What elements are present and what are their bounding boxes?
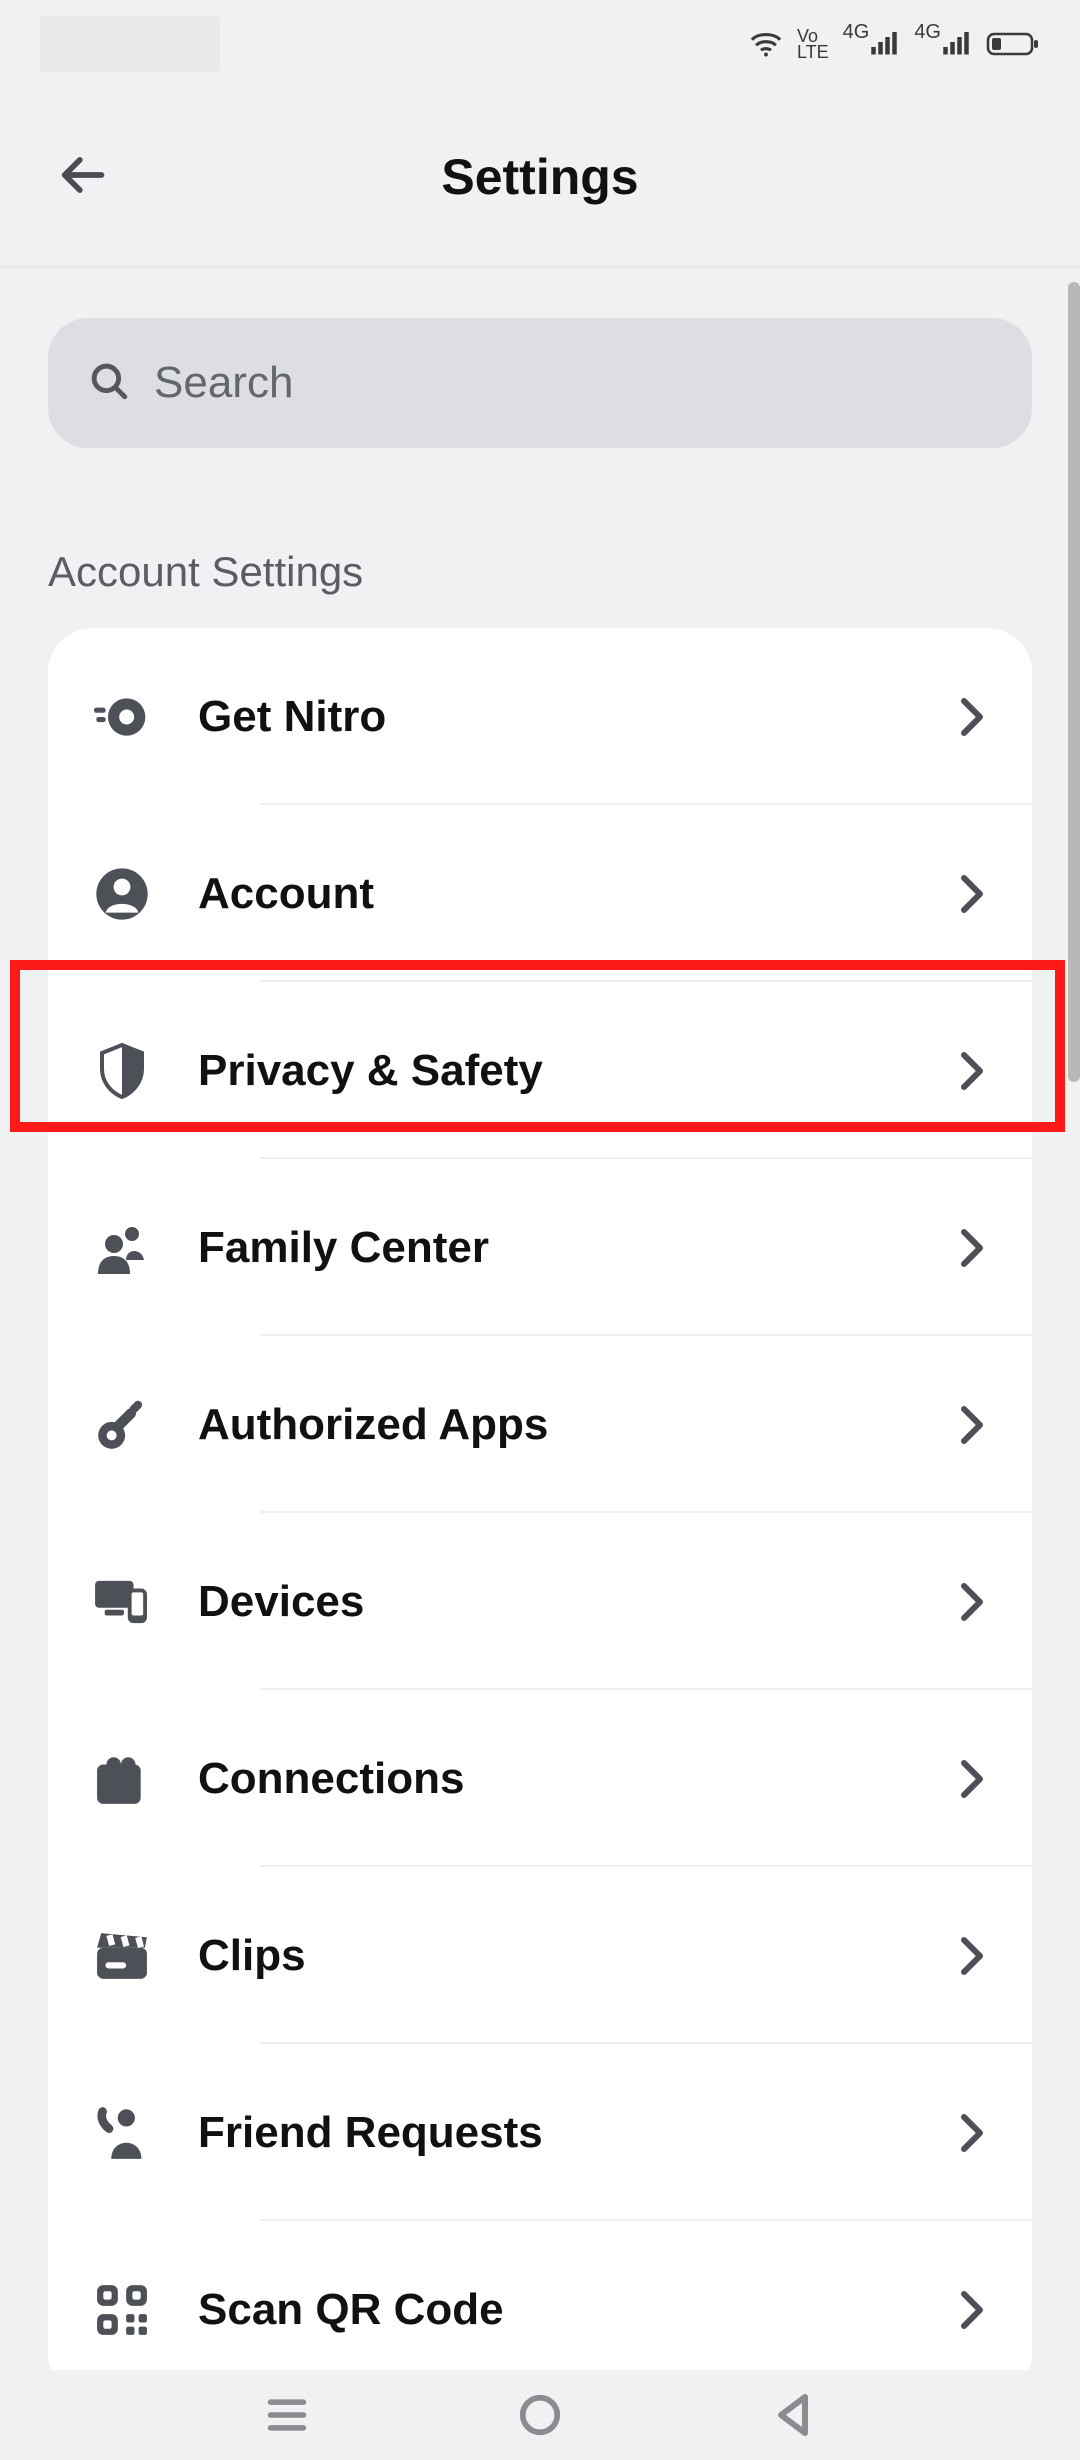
row-clips[interactable]: Clips: [48, 1867, 1032, 2044]
row-devices[interactable]: Devices: [48, 1513, 1032, 1690]
row-friend-requests[interactable]: Friend Requests: [48, 2044, 1032, 2221]
row-account[interactable]: Account: [48, 805, 1032, 982]
row-label: Scan QR Code: [156, 2285, 952, 2335]
row-connections[interactable]: Connections: [48, 1690, 1032, 1867]
key-icon: [88, 1391, 156, 1459]
volte-indicator: Vo LTE: [797, 28, 829, 60]
waving-person-icon: [88, 2099, 156, 2167]
search-input[interactable]: Search: [48, 318, 1032, 448]
row-label: Get Nitro: [156, 692, 952, 742]
row-get-nitro[interactable]: Get Nitro: [48, 628, 1032, 805]
row-label: Privacy & Safety: [156, 1046, 952, 1096]
chevron-right-icon: [952, 1051, 992, 1091]
scrollbar-thumb[interactable]: [1068, 282, 1080, 1082]
wifi-icon: [749, 30, 783, 58]
chevron-right-icon: [952, 2290, 992, 2330]
row-privacy-safety[interactable]: Privacy & Safety: [48, 982, 1032, 1159]
clapperboard-icon: [88, 1922, 156, 1990]
shield-icon: [88, 1037, 156, 1105]
arrow-left-icon: [56, 149, 108, 206]
section-label-account: Account Settings: [0, 448, 1080, 628]
account-settings-card: Get Nitro Account: [48, 628, 1032, 2370]
nav-home-button[interactable]: [512, 2387, 568, 2443]
signal-group-2: 4G: [914, 29, 972, 60]
status-time-placeholder: [40, 16, 220, 72]
search-placeholder: Search: [154, 358, 293, 408]
nav-recent-button[interactable]: [259, 2387, 315, 2443]
chevron-right-icon: [952, 2113, 992, 2153]
family-icon: [88, 1214, 156, 1282]
system-nav-bar: [0, 2370, 1080, 2460]
settings-scroll-area[interactable]: Search Account Settings Get Nitro: [0, 270, 1080, 2370]
page-title: Settings: [0, 148, 1080, 206]
qr-code-icon: [88, 2276, 156, 2344]
nitro-icon: [88, 683, 156, 751]
row-label: Family Center: [156, 1223, 952, 1273]
devices-icon: [88, 1568, 156, 1636]
row-label: Authorized Apps: [156, 1400, 952, 1450]
back-button[interactable]: [52, 147, 112, 207]
chevron-right-icon: [952, 1582, 992, 1622]
signal-bars-icon: [942, 29, 972, 60]
battery-icon: [986, 30, 1040, 58]
row-label: Friend Requests: [156, 2108, 952, 2158]
puzzle-icon: [88, 1745, 156, 1813]
signal-bars-icon: [870, 29, 900, 60]
nav-back-button[interactable]: [765, 2387, 821, 2443]
row-label: Account: [156, 869, 952, 919]
row-family-center[interactable]: Family Center: [48, 1159, 1032, 1336]
row-label: Connections: [156, 1754, 952, 1804]
row-label: Devices: [156, 1577, 952, 1627]
chevron-right-icon: [952, 874, 992, 914]
chevron-right-icon: [952, 1936, 992, 1976]
user-icon: [88, 860, 156, 928]
chevron-right-icon: [952, 697, 992, 737]
status-icons: Vo LTE 4G 4G: [749, 28, 1040, 60]
row-label: Clips: [156, 1931, 952, 1981]
search-icon: [88, 360, 130, 407]
row-authorized-apps[interactable]: Authorized Apps: [48, 1336, 1032, 1513]
chevron-right-icon: [952, 1405, 992, 1445]
status-bar: Vo LTE 4G 4G: [0, 0, 1080, 88]
signal-group-1: 4G: [843, 29, 901, 60]
chevron-right-icon: [952, 1759, 992, 1799]
title-bar: Settings: [0, 88, 1080, 268]
row-scan-qr[interactable]: Scan QR Code: [48, 2221, 1032, 2370]
chevron-right-icon: [952, 1228, 992, 1268]
